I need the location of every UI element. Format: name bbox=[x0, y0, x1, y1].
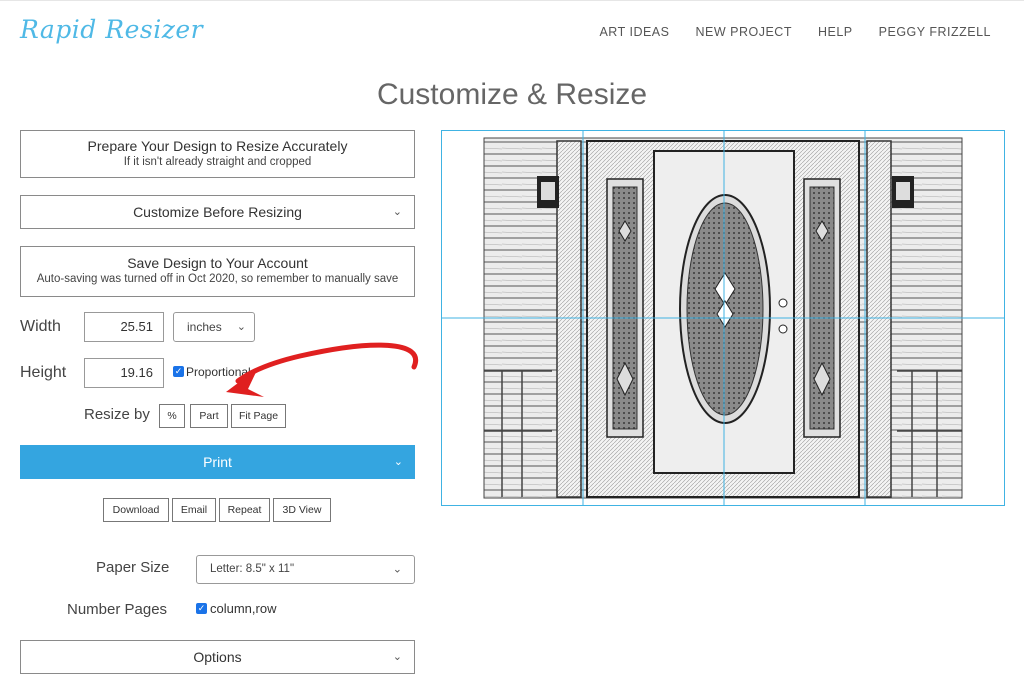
print-button[interactable]: Print ⌄ bbox=[20, 445, 415, 479]
chevron-down-icon: ⌄ bbox=[393, 456, 403, 468]
number-pages-label: Number Pages bbox=[67, 601, 168, 618]
paper-size-select[interactable]: Letter: 8.5" x 11" ⌄ bbox=[196, 555, 415, 584]
chevron-down-icon: ⌄ bbox=[392, 563, 402, 575]
repeat-button[interactable]: Repeat bbox=[219, 498, 270, 522]
3d-view-button[interactable]: 3D View bbox=[273, 498, 331, 522]
options-dropdown[interactable]: Options ⌄ bbox=[20, 640, 415, 674]
paper-size-value: Letter: 8.5" x 11" bbox=[210, 563, 295, 575]
number-pages-value: column,row bbox=[210, 601, 277, 616]
paper-size-label: Paper Size bbox=[96, 559, 170, 576]
email-button[interactable]: Email bbox=[172, 498, 216, 522]
number-pages-checkbox[interactable]: ✓ bbox=[196, 603, 207, 614]
options-label: Options bbox=[193, 649, 242, 665]
door-sketch-image bbox=[442, 131, 1004, 505]
print-label: Print bbox=[203, 454, 232, 470]
download-button[interactable]: Download bbox=[103, 498, 169, 522]
resize-preview[interactable] bbox=[441, 130, 1005, 506]
chevron-down-icon: ⌄ bbox=[392, 651, 402, 663]
